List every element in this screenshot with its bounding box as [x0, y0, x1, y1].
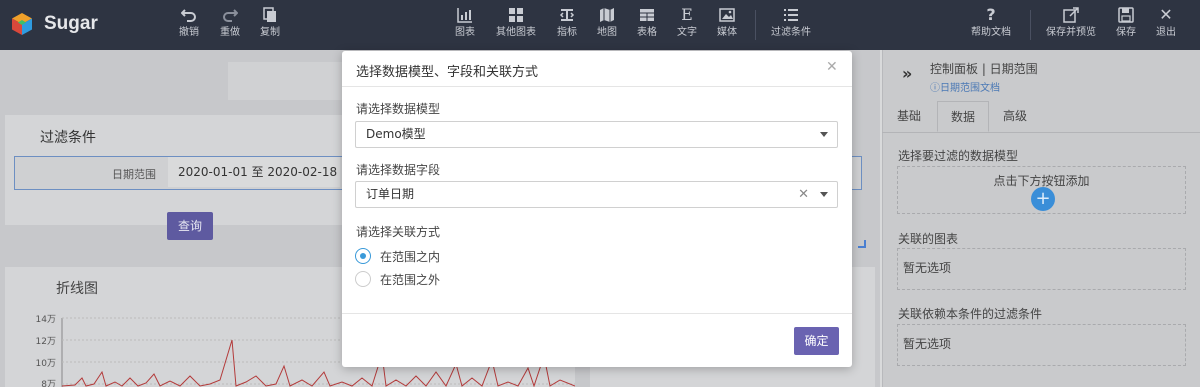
data-model-value: Demo模型 [366, 127, 426, 141]
radio-within-range[interactable] [355, 248, 371, 264]
line-chart-title: 折线图 [56, 281, 98, 297]
add-data-model-button[interactable]: + [1031, 187, 1055, 211]
media-button[interactable]: 媒体 [715, 7, 739, 38]
map-icon [595, 7, 619, 25]
linked-charts-box: 暂无选项 [897, 248, 1186, 290]
radio-outside-range[interactable] [355, 271, 371, 287]
help-icon: ? [986, 5, 996, 24]
copy-button[interactable]: 复制 [258, 7, 282, 38]
filter-panel-title: 过滤条件 [40, 130, 96, 146]
data-model-label: 请选择数据模型 [356, 102, 441, 116]
y-tick-label: 12万 [36, 337, 56, 347]
chevron-down-icon [820, 192, 828, 197]
clear-icon[interactable]: ✕ [798, 182, 809, 207]
sugar-logo-icon [12, 13, 32, 35]
relation-label: 请选择关联方式 [356, 225, 441, 239]
query-button[interactable]: 查询 [167, 212, 213, 240]
text-icon: E [681, 5, 693, 24]
tab-data[interactable]: 数据 [937, 101, 989, 132]
save-icon [1114, 7, 1138, 25]
list-icon [771, 7, 811, 25]
toolbar-divider [755, 10, 756, 40]
save-button[interactable]: 保存 [1114, 7, 1138, 38]
data-field-value: 订单日期 [366, 187, 415, 201]
undo-icon [177, 7, 201, 25]
redo-icon [218, 7, 242, 25]
save-preview-button[interactable]: 保存并预览 [1045, 7, 1097, 38]
add-data-model-area: 点击下方按钮添加 + [897, 166, 1186, 214]
dependent-filters-label: 关联依赖本条件的过滤条件 [898, 307, 1043, 321]
chart-icon [453, 7, 477, 25]
other-charts-button[interactable]: 其他图表 [494, 7, 538, 38]
app-brand: Sugar [44, 13, 98, 34]
top-toolbar: Sugar 撤销 重做 复制 图表 其他图表 指标 地图 表格 E 文字 媒体 [0, 0, 1200, 50]
help-doc-button[interactable]: ? 帮助文档 [971, 7, 1011, 38]
y-tick-label: 10万 [36, 359, 56, 369]
dependent-filters-empty: 暂无选项 [903, 337, 952, 351]
resize-handle[interactable] [858, 240, 866, 248]
data-field-select[interactable]: 订单日期 ✕ [355, 181, 838, 208]
map-button[interactable]: 地图 [595, 7, 619, 38]
data-field-label: 请选择数据字段 [356, 163, 441, 177]
radio-within-range-label[interactable]: 在范围之内 [380, 248, 440, 265]
select-data-model-dialog: 选择数据模型、字段和关联方式 ✕ 请选择数据模型 Demo模型 请选择数据字段 … [342, 51, 852, 367]
y-tick-label: 8万 [41, 380, 56, 387]
filter-condition-button[interactable]: 过滤条件 [771, 7, 811, 38]
exit-icon: ✕ [1159, 5, 1173, 24]
redo-button[interactable]: 重做 [218, 7, 242, 38]
preview-icon [1045, 7, 1097, 25]
text-button[interactable]: E 文字 [675, 7, 699, 38]
date-range-label: 日期范围 [112, 168, 156, 181]
placeholder-block [228, 62, 348, 100]
grid-icon [494, 7, 538, 25]
linked-charts-empty: 暂无选项 [903, 261, 952, 275]
confirm-button[interactable]: 确定 [794, 327, 839, 355]
collapse-panel-icon[interactable]: » [902, 64, 912, 83]
chevron-down-icon [820, 132, 828, 137]
dependent-filters-box: 暂无选项 [897, 324, 1186, 366]
tab-advanced[interactable]: 高级 [990, 101, 1040, 132]
metric-button[interactable]: 指标 [555, 7, 579, 38]
metric-icon [555, 7, 579, 25]
toolbar-divider [1030, 10, 1031, 40]
date-range-doc-link[interactable]: ⓘ日期范围文档 [930, 79, 1000, 94]
y-tick-label: 14万 [36, 315, 56, 325]
copy-icon [258, 7, 282, 25]
table-icon [635, 7, 659, 25]
linked-charts-label: 关联的图表 [898, 232, 959, 246]
date-range-input[interactable]: 2020-01-01 至 2020-02-18 [168, 157, 340, 187]
image-icon [715, 7, 739, 25]
help-circle-icon: ⓘ [930, 83, 940, 94]
radio-outside-range-label[interactable]: 在范围之外 [380, 271, 440, 288]
exit-button[interactable]: ✕ 退出 [1154, 7, 1178, 38]
table-button[interactable]: 表格 [635, 7, 659, 38]
data-model-select[interactable]: Demo模型 [355, 121, 838, 148]
dialog-divider [342, 86, 852, 87]
plus-icon: + [1035, 188, 1051, 209]
close-icon[interactable]: ✕ [826, 59, 838, 75]
chart-button[interactable]: 图表 [453, 7, 477, 38]
tab-basic[interactable]: 基础 [884, 101, 934, 132]
dialog-footer-divider [342, 313, 852, 314]
data-model-section-label: 选择要过滤的数据模型 [898, 149, 1019, 163]
dialog-title: 选择数据模型、字段和关联方式 [356, 65, 539, 80]
undo-button[interactable]: 撤销 [177, 7, 201, 38]
control-panel-title: 控制面板 | 日期范围 [930, 62, 1038, 76]
